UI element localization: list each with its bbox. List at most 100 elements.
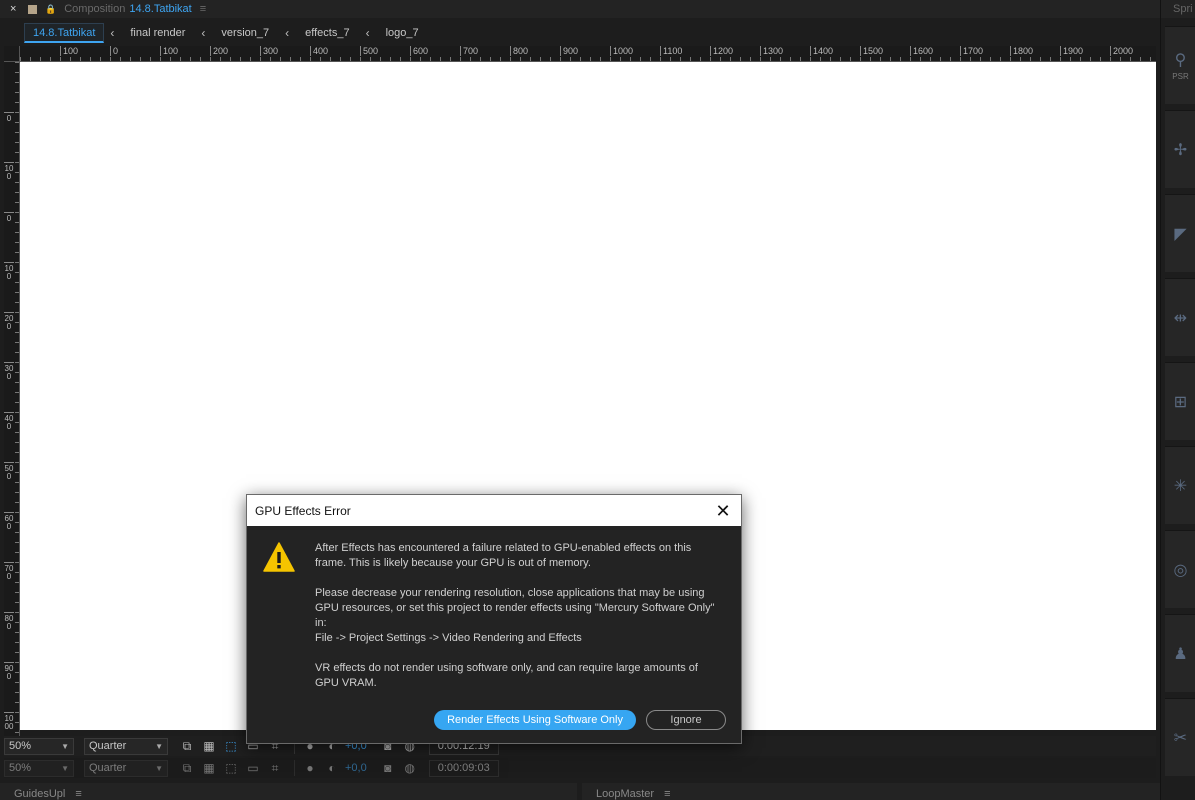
exposure-value[interactable]: +0,0 (345, 762, 367, 774)
chevron-left-icon: ‹ (285, 26, 290, 40)
ruler-tick-label: 300 (4, 362, 14, 381)
side-tool-button[interactable]: ✢ (1165, 110, 1195, 188)
ruler-minor-tick (360, 57, 361, 61)
side-tool-button[interactable]: ♟ (1165, 614, 1195, 692)
region-of-interest-icon[interactable]: ▭ (244, 760, 262, 776)
ruler-minor-tick (1090, 57, 1091, 61)
ruler-minor-tick (1070, 57, 1071, 61)
close-icon[interactable]: ✕ (713, 501, 733, 521)
panel-menu-icon[interactable]: ≡ (200, 3, 206, 15)
ruler-minor-tick (970, 57, 971, 61)
ruler-minor-tick (15, 82, 19, 83)
mask-path-visibility-icon[interactable]: ⬚ (222, 738, 240, 754)
ruler-tick-label: 1600 (910, 46, 933, 56)
ruler-minor-tick (190, 57, 191, 61)
side-tool-button[interactable]: ⇹ (1165, 278, 1195, 356)
breadcrumb-item[interactable]: version_7 (221, 27, 269, 39)
ruler-minor-tick (15, 542, 19, 543)
ruler-minor-tick (15, 442, 19, 443)
current-time-display[interactable]: 0:00:09:03 (428, 759, 499, 777)
ruler-tick-label: 500 (4, 462, 14, 481)
breadcrumb-item[interactable]: effects_7 (305, 27, 349, 39)
grid-guides-icon[interactable]: ⌗ (266, 760, 284, 776)
ruler-tick-label: 100 (160, 46, 178, 56)
ruler-tick-label: 1500 (860, 46, 883, 56)
ruler-minor-tick (400, 57, 401, 61)
transparency-grid-icon[interactable]: ▦ (200, 738, 218, 754)
render-software-only-button[interactable]: Render Effects Using Software Only (434, 710, 636, 730)
ruler-minor-tick (330, 57, 331, 61)
magnification-dropdown[interactable]: 50% ▼ (4, 737, 74, 755)
ruler-minor-tick (380, 57, 381, 61)
ruler-minor-tick (15, 722, 19, 723)
resolution-dropdown-secondary[interactable]: Quarter ▼ (84, 759, 168, 777)
ruler-minor-tick (470, 57, 471, 61)
psr-button[interactable]: ⚲ PSR (1165, 26, 1195, 104)
ruler-minor-tick (440, 57, 441, 61)
breadcrumb-item[interactable]: final render (130, 27, 185, 39)
ruler-corner[interactable] (4, 46, 20, 62)
ruler-minor-tick (15, 422, 19, 423)
side-tool-button[interactable]: ◤ (1165, 194, 1195, 272)
panel-menu-icon[interactable]: ≡ (75, 788, 81, 800)
show-snapshot-icon[interactable]: ◍ (401, 760, 419, 776)
ruler-minor-tick (660, 57, 661, 61)
ruler-minor-tick (310, 57, 311, 61)
ruler-minor-tick (15, 532, 19, 533)
ruler-minor-tick (170, 57, 171, 61)
ruler-minor-tick (15, 592, 19, 593)
magnification-dropdown-secondary[interactable]: 50% ▼ (4, 759, 74, 777)
transparency-grid-icon[interactable]: ▦ (200, 760, 218, 776)
ruler-minor-tick (1140, 57, 1141, 61)
side-tool-button[interactable]: ⊞ (1165, 362, 1195, 440)
ruler-minor-tick (630, 57, 631, 61)
side-tool-button[interactable]: ✳ (1165, 446, 1195, 524)
dialog-body: After Effects has encountered a failure … (247, 526, 741, 744)
ruler-minor-tick (520, 57, 521, 61)
dialog-buttons: Render Effects Using Software Only Ignor… (434, 710, 726, 730)
ruler-minor-tick (50, 57, 51, 61)
side-tool-button[interactable]: ◎ (1165, 530, 1195, 608)
fast-previews-icon[interactable]: ⧉ (178, 760, 196, 776)
vertical-ruler[interactable]: 0100010020030040050060070080090010001100 (4, 62, 20, 746)
breadcrumb-item[interactable]: logo_7 (386, 27, 419, 39)
lock-icon[interactable]: 🔒 (45, 4, 56, 15)
ruler-minor-tick (15, 432, 19, 433)
ruler-minor-tick (720, 57, 721, 61)
ruler-minor-tick (30, 57, 31, 61)
fast-previews-icon[interactable]: ⧉ (178, 738, 196, 754)
ruler-minor-tick (490, 57, 491, 61)
composition-breadcrumb: 14.8.Tatbikat ‹ final render ‹ version_7… (0, 22, 1160, 44)
ruler-minor-tick (300, 57, 301, 61)
ruler-minor-tick (320, 57, 321, 61)
ruler-minor-tick (20, 57, 21, 61)
exposure-reset-icon[interactable]: ◐ (323, 760, 341, 776)
ruler-minor-tick (840, 57, 841, 61)
ruler-minor-tick (620, 57, 621, 61)
mask-path-visibility-icon[interactable]: ⬚ (222, 760, 240, 776)
ruler-tick-label: 100 (4, 262, 14, 281)
panel-tab-composition-name[interactable]: 14.8.Tatbikat (129, 3, 191, 15)
horizontal-ruler[interactable]: 100 0 100 200 300 400 500 600 700 800 900 1000 1100 1… (20, 46, 1156, 62)
snapshot-camera-icon[interactable]: ◙ (379, 760, 397, 776)
ruler-minor-tick (15, 352, 19, 353)
side-tool-button[interactable]: ✂ (1165, 698, 1195, 776)
close-panel-icon[interactable]: × (10, 3, 24, 15)
ruler-minor-tick (1050, 57, 1051, 61)
ruler-minor-tick (15, 712, 19, 713)
panel-tab-guidesup[interactable]: GuidesUpl (14, 788, 65, 800)
ruler-minor-tick (15, 452, 19, 453)
resolution-dropdown[interactable]: Quarter ▼ (84, 737, 168, 755)
side-panel-title[interactable]: Spri (1161, 0, 1195, 18)
panel-tab-loopmaster[interactable]: LoopMaster (596, 788, 654, 800)
ruler-minor-tick (1150, 57, 1151, 61)
channel-icon[interactable]: ● (301, 760, 319, 776)
ruler-minor-tick (15, 702, 19, 703)
ruler-minor-tick (1110, 57, 1111, 61)
breadcrumb-active[interactable]: 14.8.Tatbikat (24, 23, 105, 43)
ignore-button[interactable]: Ignore (646, 710, 726, 730)
ruler-minor-tick (1120, 57, 1121, 61)
ruler-minor-tick (15, 282, 19, 283)
panel-menu-icon[interactable]: ≡ (664, 788, 670, 800)
ruler-minor-tick (15, 572, 19, 573)
